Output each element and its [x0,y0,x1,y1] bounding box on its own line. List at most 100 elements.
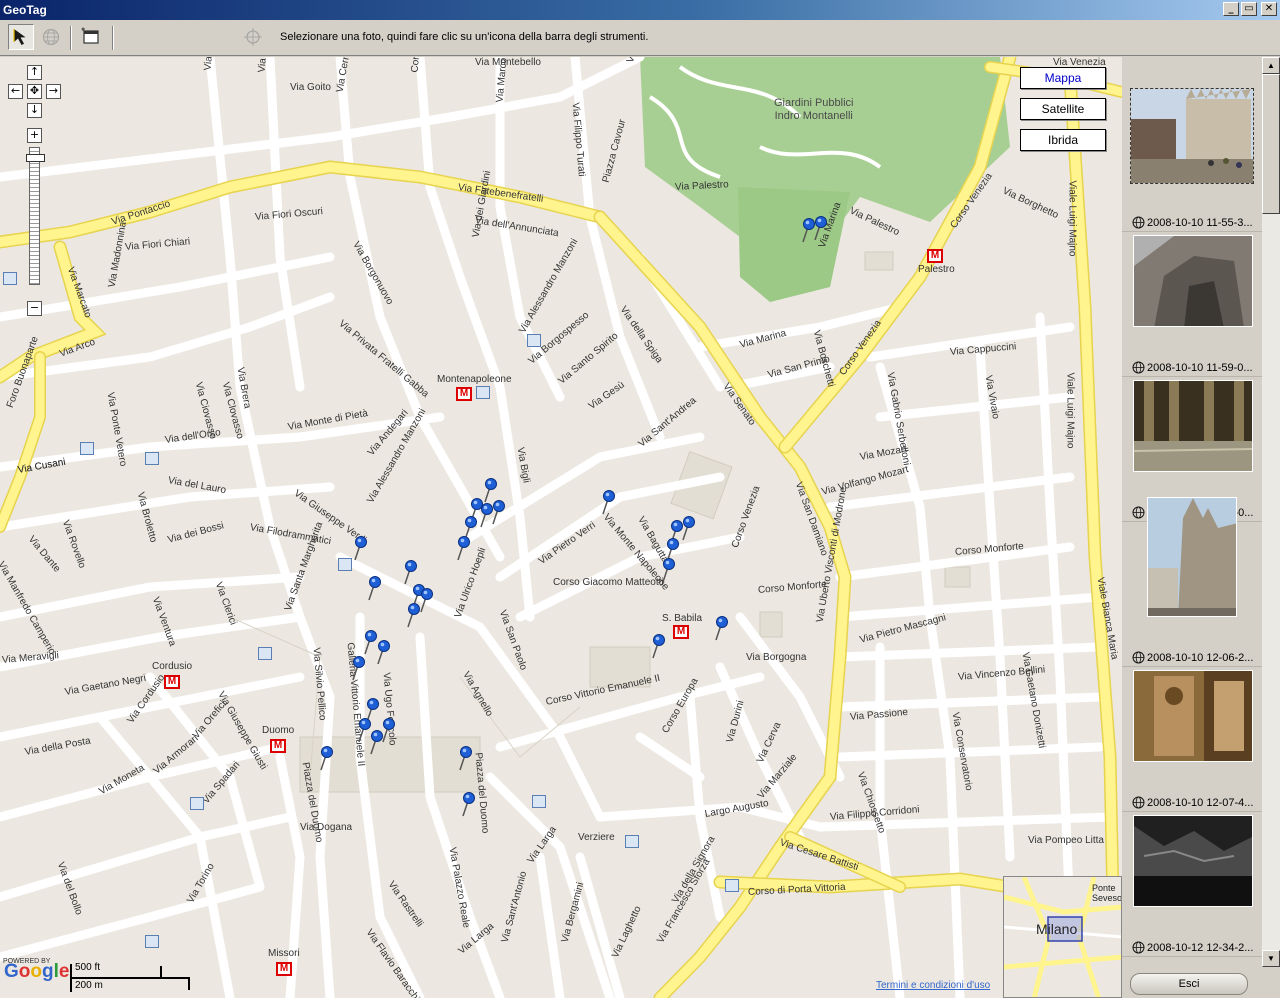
metro-station-label: Cordusio [152,661,193,672]
map-pin-icon[interactable] [460,791,476,817]
map-pin-icon[interactable] [680,515,696,541]
map-pin-icon[interactable] [366,575,382,601]
crosshair-icon [244,28,262,46]
street-label: Via Pompeo Litta [1028,835,1104,846]
photo-caption-text: 2008-10-10 12-06-2... [1147,651,1254,664]
photo-item[interactable]: 2008-10-10 11-59-0... [1122,232,1262,377]
bus-stop-icon [532,795,546,808]
metro-icon: M [164,675,180,689]
overview-map[interactable]: Ponte Seveso Milano [1003,876,1122,998]
photo-thumbnail[interactable] [1133,235,1253,327]
street-label: Verziere [578,832,615,843]
bus-stop-icon [476,386,490,399]
pan-center-button[interactable]: ✥ [27,84,42,99]
photo-caption-text: 2008-10-10 11-55-3... [1147,216,1253,229]
photo-item[interactable]: 2008-10-12 12-34-2... [1122,812,1262,957]
photo-thumbnail[interactable] [1130,88,1254,184]
terms-link[interactable]: Termini e condizioni d'uso [876,980,990,991]
map-pin-icon[interactable] [368,729,384,755]
scrollbar-thumb[interactable] [1262,74,1280,214]
map-pin-icon[interactable] [713,615,729,641]
overview-city-label: Milano [1036,921,1078,937]
map-pin-icon[interactable] [457,745,473,771]
metro-station-label: S. Babila [662,613,703,624]
pan-down-button[interactable]: ↓ [27,103,42,118]
geotag-tool-button[interactable] [38,24,64,50]
scroll-down-button[interactable]: ▼ [1262,950,1280,967]
photo-thumbnail[interactable] [1147,497,1237,617]
photo-caption: 2008-10-10 11-59-0... [1132,361,1253,374]
metro-icon: M [456,387,472,401]
zoom-slider-thumb[interactable] [26,154,45,162]
map-pin-icon[interactable] [402,559,418,585]
metro-icon: M [276,962,292,976]
exit-button[interactable]: Esci [1130,973,1248,995]
google-logo[interactable]: POWERED BY Google [3,958,69,983]
pan-up-button[interactable]: ↑ [27,65,42,80]
window-title: GeoTag [3,3,47,17]
window-icon [81,27,99,44]
street-label: Via Borgogna [746,652,807,663]
map-pin-icon[interactable] [350,655,366,681]
photo-thumbnail[interactable] [1133,670,1253,762]
pointer-tool-button[interactable] [8,24,34,50]
street-label: Via Dogana [300,822,353,833]
metro-station-label: Palestro [918,264,955,275]
toolbar: Selezionare una foto, quindi fare clic s… [0,20,1280,56]
bus-stop-icon [527,334,541,347]
globe-icon [1132,361,1145,374]
map-type-satellite-button[interactable]: Satellite [1020,98,1106,120]
photo-caption: 2008-10-10 12-06-2... [1132,651,1253,664]
map-pin-icon[interactable] [660,557,676,583]
bus-stop-icon [725,879,739,892]
map-pin-icon[interactable] [650,633,666,659]
bus-stop-icon [80,442,94,455]
arrow-pointer-icon [13,29,26,45]
bus-stop-icon [338,558,352,571]
zoom-out-button[interactable]: − [27,301,42,316]
map-scale-bar: 500 ft 200 m [70,962,195,998]
metro-icon: M [927,249,943,263]
toolbar-separator [112,26,114,50]
zoom-slider[interactable] [26,147,45,285]
map-pin-icon[interactable] [375,639,391,665]
map-pin-icon[interactable] [405,602,421,628]
metro-icon: M [270,739,286,753]
maximize-button[interactable]: ▭ [1241,2,1257,16]
toolbar-separator [70,26,72,50]
street-label: Viale Luigi Majno [1064,372,1076,449]
bus-stop-icon [258,647,272,660]
map-pin-icon[interactable] [812,215,828,241]
street-label: Via Goito [290,82,331,93]
locate-tool-button[interactable] [240,24,266,50]
scroll-up-button[interactable]: ▲ [1262,57,1280,74]
photo-list-scrollbar[interactable]: ▲ ▼ [1262,57,1280,967]
globe-icon [1132,506,1145,519]
map-view[interactable]: Giardini Pubblici Indro Montanelli Via M… [0,57,1122,998]
map-pin-icon[interactable] [352,535,368,561]
scale-meters-label: 200 m [75,980,103,991]
toolbar-instruction: Selezionare una foto, quindi fare clic s… [280,31,649,43]
minimize-button[interactable]: _ [1223,2,1239,16]
map-type-mappa-button[interactable]: Mappa [1020,67,1106,89]
photo-thumbnail[interactable] [1133,815,1253,907]
map-pin-icon[interactable] [318,745,334,771]
photo-item[interactable]: 2008-10-10 12-07-4... [1122,667,1262,812]
map-pin-icon[interactable] [478,502,494,528]
photo-list[interactable]: 2008-10-10 11-55-3... 2008-10-10 11-59-0… [1122,57,1262,967]
window-controls: _ ▭ ✕ [1223,2,1277,16]
map-type-ibrida-button[interactable]: Ibrida [1020,129,1106,151]
globe-icon [1132,941,1145,954]
map-pin-icon[interactable] [600,489,616,515]
zoom-in-button[interactable]: + [27,128,42,143]
pan-left-button[interactable]: ← [8,84,23,99]
photo-item[interactable]: 2008-10-10 11-55-3... [1122,87,1262,232]
scale-feet-label: 500 ft [75,962,101,973]
close-button[interactable]: ✕ [1261,2,1277,16]
photo-caption-text: 2008-10-10 12-07-4... [1147,796,1254,809]
photo-thumbnail[interactable] [1133,380,1253,472]
photo-item[interactable]: 2008-10-10 12-06-2... [1122,497,1262,667]
pan-right-button[interactable]: → [46,84,61,99]
window-tool-button[interactable] [78,24,104,50]
map-pin-icon[interactable] [455,535,471,561]
